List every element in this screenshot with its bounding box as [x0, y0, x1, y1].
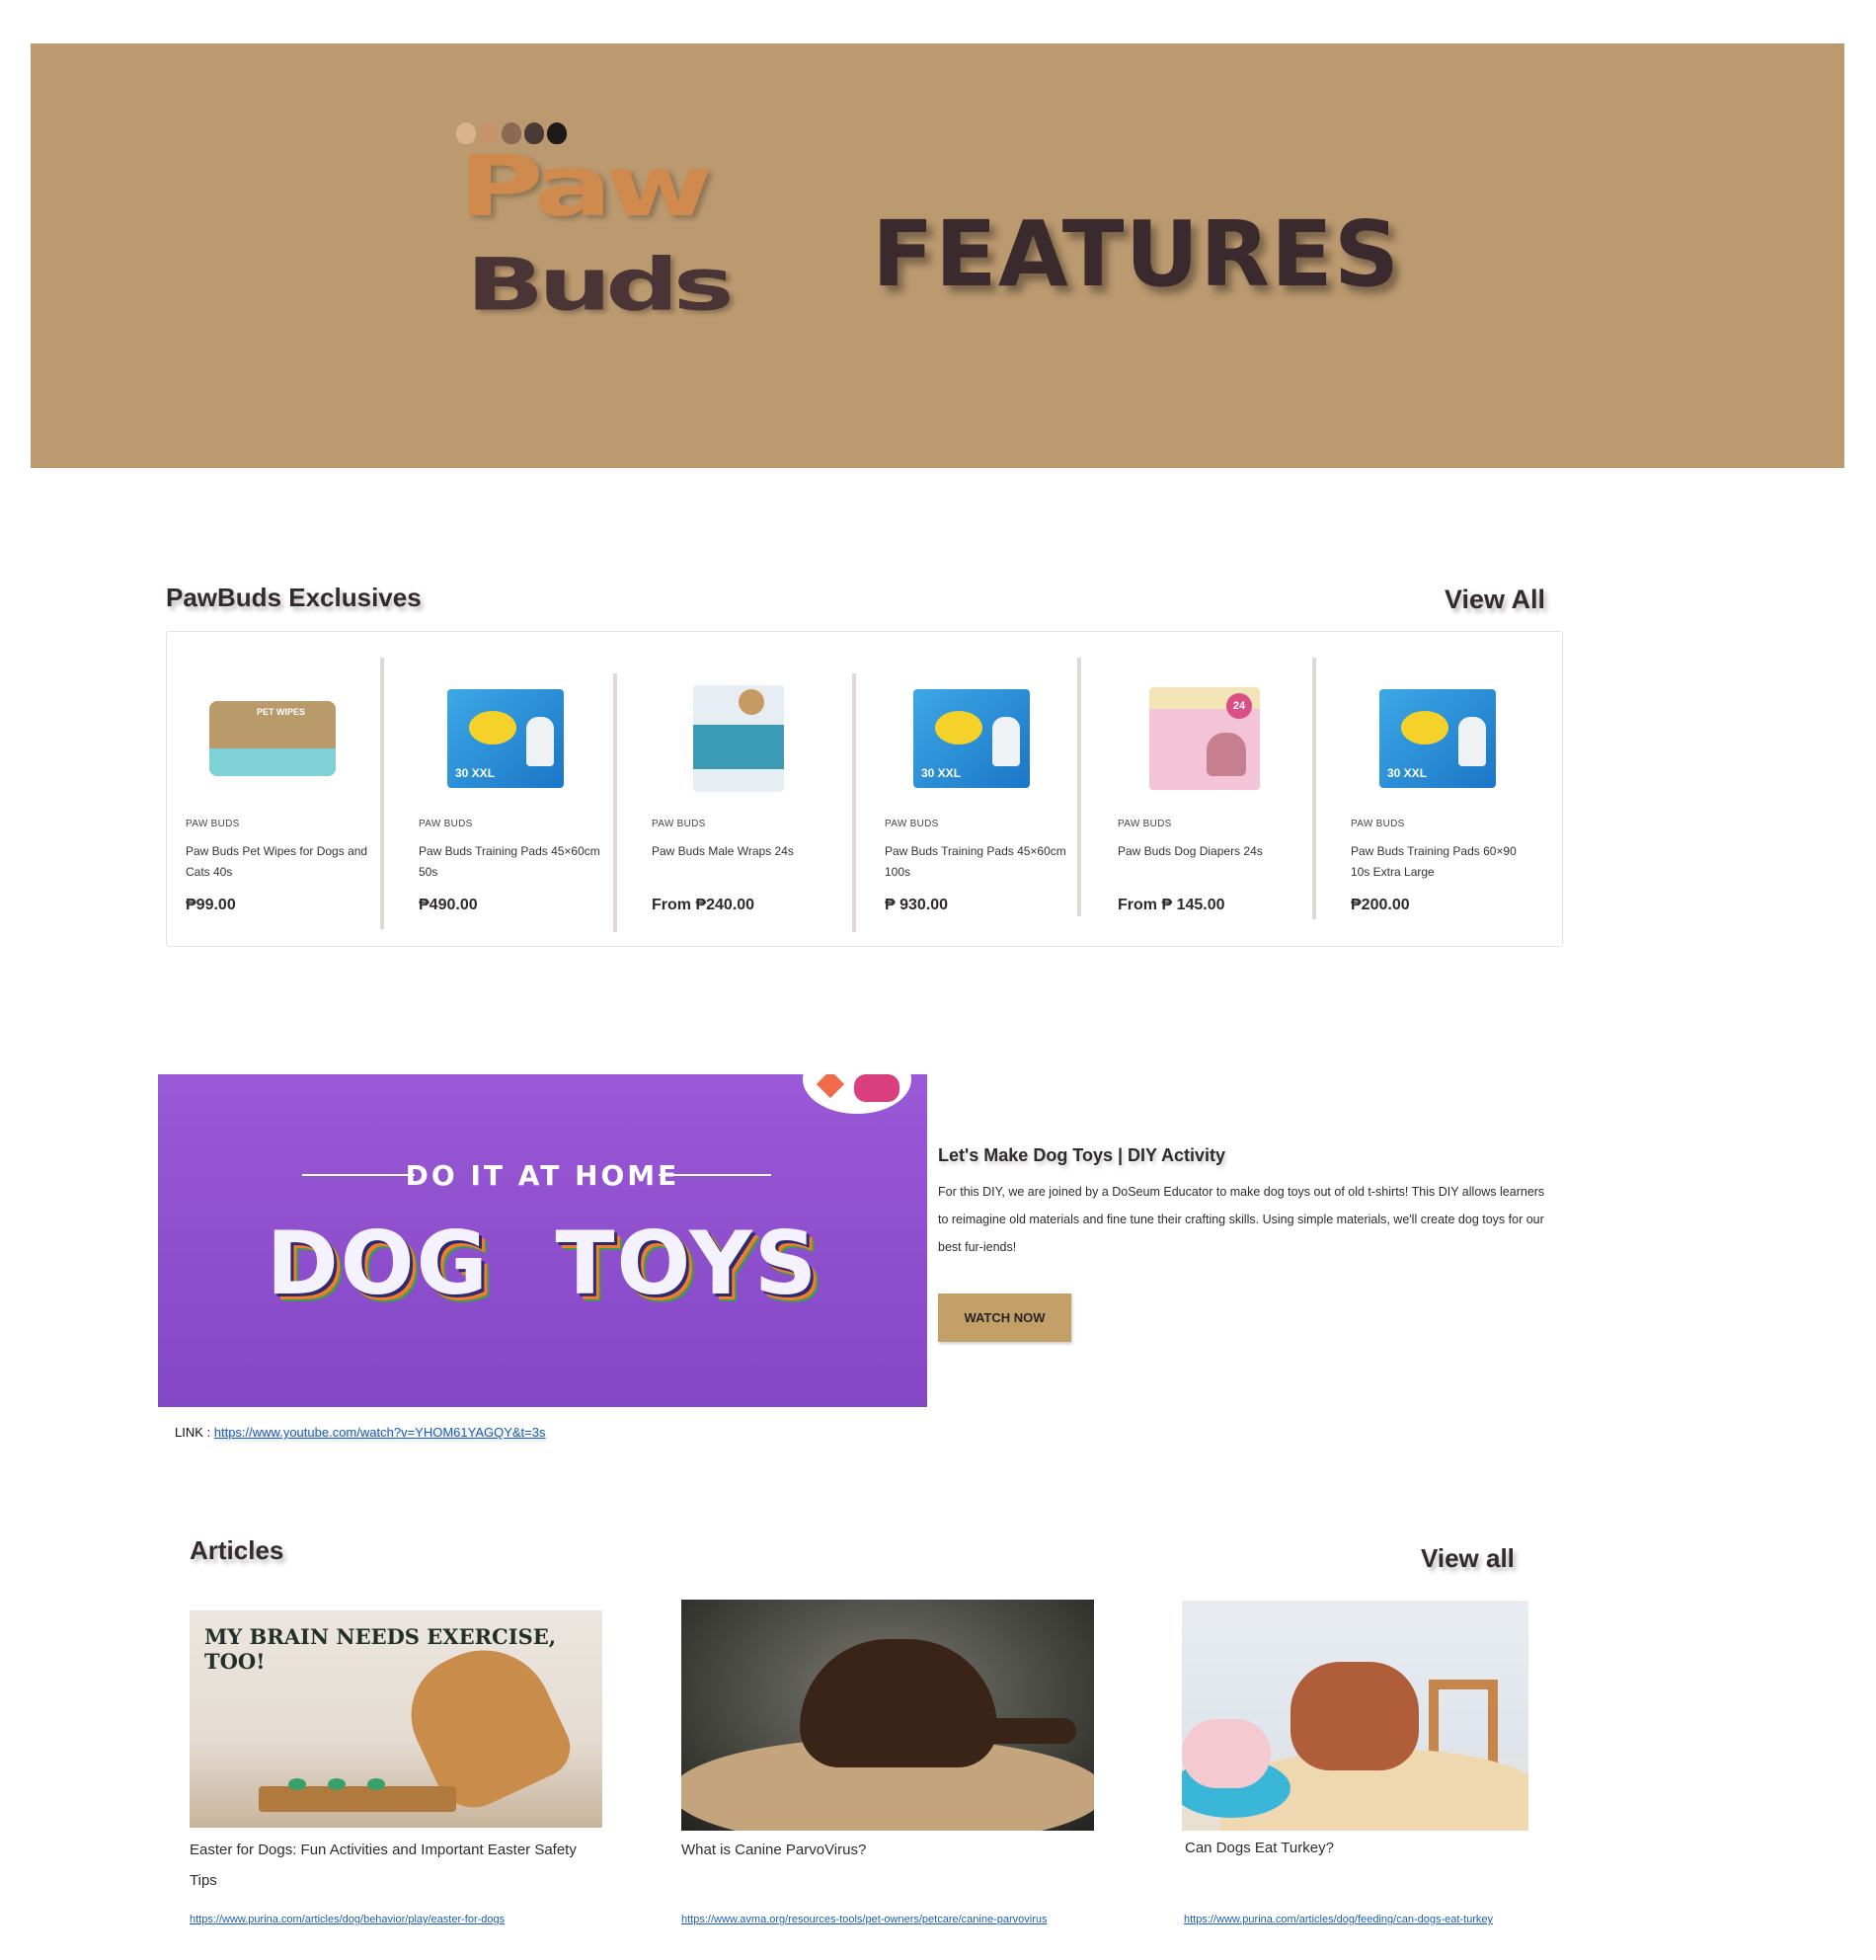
- product-image[interactable]: 30 XXL: [441, 679, 570, 798]
- dog-diapers-image: 24: [1149, 687, 1260, 790]
- product-divider: [1312, 658, 1316, 919]
- product-name[interactable]: Paw Buds Training Pads 45×60cm 100s: [885, 841, 1067, 883]
- training-pads-image: 30 XXL: [447, 689, 564, 788]
- product-image[interactable]: 30 XXL: [907, 679, 1036, 798]
- training-pads-image: 30 XXL: [1379, 689, 1496, 788]
- articles-title: Articles: [190, 1535, 284, 1565]
- page-title: FEATURES: [872, 201, 1401, 307]
- product-image[interactable]: PET WIPES: [208, 679, 337, 798]
- video-link[interactable]: https://www.youtube.com/watch?v=YHOM61YA…: [214, 1425, 546, 1440]
- article-link[interactable]: https://www.purina.com/articles/dog/beha…: [190, 1914, 505, 1925]
- article-image[interactable]: [1182, 1601, 1528, 1831]
- exclusives-view-all-link[interactable]: View All: [1445, 585, 1545, 615]
- turkey-illustration: [1182, 1719, 1271, 1788]
- article-title[interactable]: Can Dogs Eat Turkey?: [1185, 1833, 1577, 1863]
- watch-now-button[interactable]: WATCH NOW: [938, 1294, 1071, 1342]
- article-title[interactable]: What is Canine ParvoVirus?: [681, 1835, 1094, 1865]
- product-brand: PAW BUDS: [1118, 819, 1172, 829]
- article-image-headline: MY BRAIN NEEDS EXERCISE, TOO!: [204, 1624, 557, 1674]
- article-image[interactable]: MY BRAIN NEEDS EXERCISE, TOO!: [190, 1610, 602, 1828]
- video-link-row: LINK : https://www.youtube.com/watch?v=Y…: [175, 1425, 546, 1440]
- product-divider: [613, 673, 617, 932]
- product-card[interactable]: 30 XXL PAW BUDS Paw Buds Training Pads 6…: [1332, 632, 1565, 948]
- puzzle-toy-illustration: [259, 1778, 456, 1812]
- product-price: ₱99.00: [186, 897, 236, 913]
- article-card[interactable]: What is Canine ParvoVirus? https://www.a…: [681, 1600, 1094, 1935]
- article-card[interactable]: MY BRAIN NEEDS EXERCISE, TOO! Easter for…: [190, 1610, 602, 1936]
- video-title: Let's Make Dog Toys | DIY Activity: [938, 1145, 1226, 1165]
- pet-wipes-image: PET WIPES: [209, 701, 336, 776]
- product-brand: PAW BUDS: [1351, 819, 1405, 829]
- articles-view-all-link[interactable]: View all: [1421, 1543, 1515, 1574]
- article-link[interactable]: https://www.purina.com/articles/dog/feed…: [1184, 1914, 1493, 1925]
- doseum-badge-icon: [803, 1074, 911, 1114]
- product-carousel: PET WIPES PAW BUDS Paw Buds Pet Wipes fo…: [166, 631, 1563, 947]
- product-name[interactable]: Paw Buds Training Pads 60×90 10s Extra L…: [1351, 841, 1533, 883]
- training-pads-image: 30 XXL: [913, 689, 1030, 788]
- product-card[interactable]: 24 PAW BUDS Paw Buds Dog Diapers 24s Fro…: [1099, 632, 1332, 948]
- exclusives-title: PawBuds Exclusives: [166, 583, 422, 612]
- product-brand: PAW BUDS: [652, 819, 706, 829]
- product-price: ₱ 930.00: [885, 897, 949, 913]
- dog-illustration: [1290, 1662, 1419, 1770]
- product-card[interactable]: PET WIPES PAW BUDS Paw Buds Pet Wipes fo…: [167, 632, 400, 948]
- product-card[interactable]: 30 XXL PAW BUDS Paw Buds Training Pads 4…: [866, 632, 1099, 948]
- product-card[interactable]: 30 XXL PAW BUDS Paw Buds Training Pads 4…: [400, 632, 633, 948]
- product-price: From ₱240.00: [652, 897, 755, 913]
- puppy-illustration: [800, 1639, 997, 1767]
- product-divider: [380, 658, 384, 929]
- male-wraps-image: [693, 685, 784, 792]
- logo-paw-text: Paw: [458, 136, 713, 236]
- product-card[interactable]: PAW BUDS Paw Buds Male Wraps 24s From ₱2…: [633, 632, 866, 948]
- product-price: ₱490.00: [419, 897, 478, 913]
- product-brand: PAW BUDS: [419, 819, 473, 829]
- link-label: LINK :: [175, 1425, 214, 1440]
- hero-banner: Paw Buds FEATURES: [31, 43, 1844, 468]
- product-price: From ₱ 145.00: [1118, 897, 1225, 913]
- pawbuds-logo[interactable]: Paw Buds: [423, 122, 818, 379]
- product-divider: [1077, 658, 1081, 916]
- product-divider: [852, 673, 856, 932]
- product-price: ₱200.00: [1351, 897, 1410, 913]
- product-brand: PAW BUDS: [885, 819, 939, 829]
- logo-buds-text: Buds: [466, 242, 735, 328]
- article-image[interactable]: [681, 1600, 1094, 1831]
- product-name[interactable]: Paw Buds Dog Diapers 24s: [1118, 841, 1300, 862]
- product-name[interactable]: Paw Buds Training Pads 45×60cm 50s: [419, 841, 601, 883]
- article-title[interactable]: Easter for Dogs: Fun Activities and Impo…: [190, 1835, 585, 1896]
- banner-title: DOG TOYS: [266, 1213, 820, 1314]
- video-thumbnail[interactable]: DO IT AT HOME DOG TOYS: [158, 1074, 927, 1407]
- video-description: For this DIY, we are joined by a DoSeum …: [938, 1185, 1545, 1254]
- banner-kicker: DO IT AT HOME: [405, 1159, 680, 1192]
- product-image[interactable]: 30 XXL: [1373, 679, 1502, 798]
- product-name[interactable]: Paw Buds Pet Wipes for Dogs and Cats 40s: [186, 841, 368, 883]
- product-image[interactable]: [674, 679, 803, 798]
- product-name[interactable]: Paw Buds Male Wraps 24s: [652, 841, 834, 862]
- article-link[interactable]: https://www.avma.org/resources-tools/pet…: [681, 1914, 1048, 1925]
- product-brand: PAW BUDS: [186, 819, 240, 829]
- product-image[interactable]: 24: [1140, 679, 1269, 798]
- article-card[interactable]: Can Dogs Eat Turkey? https://www.purina.…: [1182, 1601, 1577, 1936]
